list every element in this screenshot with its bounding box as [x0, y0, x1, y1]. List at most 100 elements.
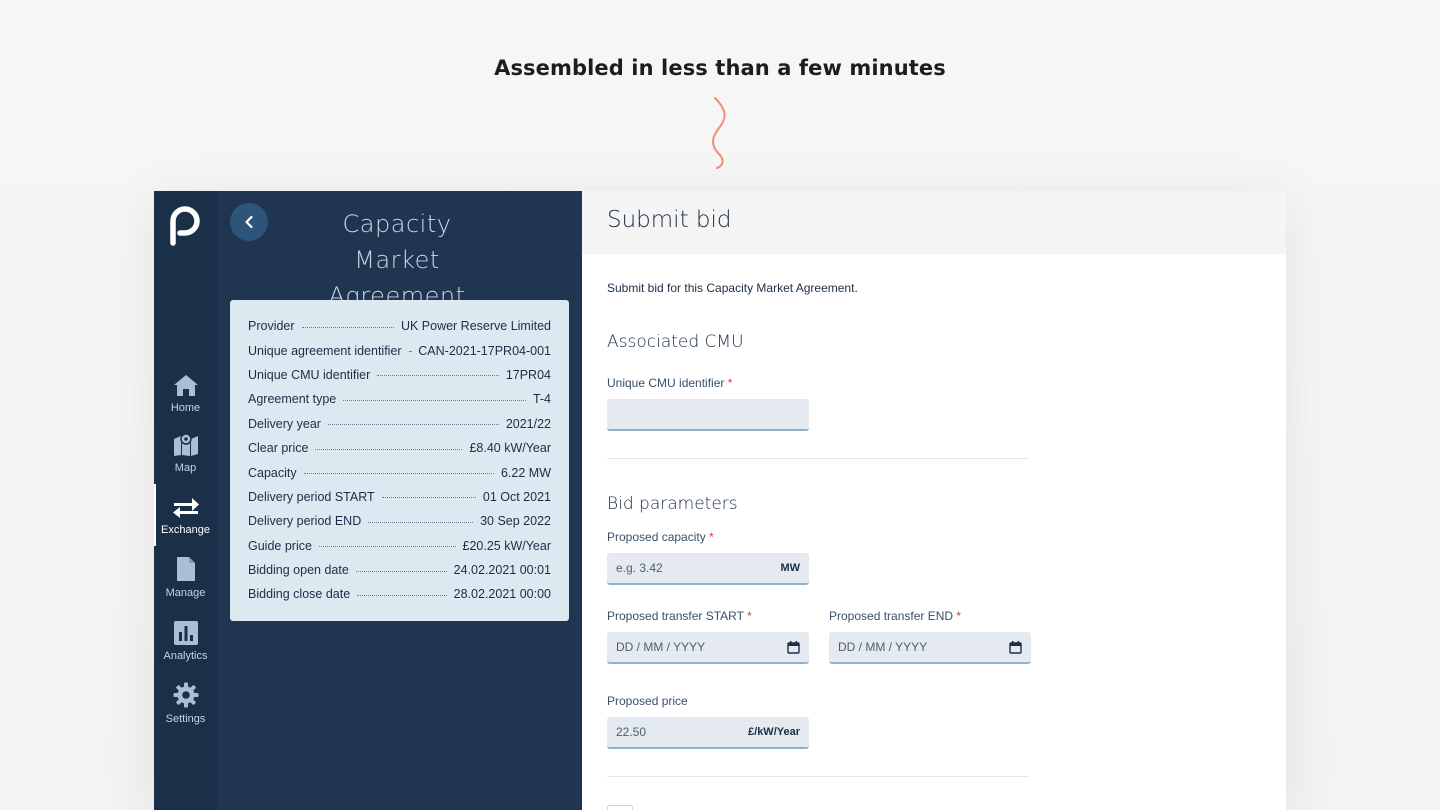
section-title-cmu: Associated CMU: [607, 332, 744, 352]
detail-value: CAN-2021-17PR04-001: [418, 343, 551, 358]
nav-item-analytics[interactable]: Analytics: [154, 617, 217, 677]
required-mark: *: [747, 609, 752, 623]
price-input[interactable]: 22.50 £/kW/Year: [607, 717, 809, 749]
detail-row-agreement-type: Agreement type T-4: [248, 387, 551, 411]
detail-key: Delivery period END: [248, 514, 362, 529]
transfer-start-label: Proposed transfer START *: [607, 609, 752, 623]
cmu-id-input[interactable]: [607, 399, 809, 431]
detail-key: Delivery period START: [248, 489, 375, 504]
document-icon: [176, 554, 196, 582]
section-divider: [607, 776, 1029, 777]
price-label: Proposed price: [607, 694, 688, 708]
section-title-bid: Bid parameters: [607, 494, 738, 514]
capacity-input[interactable]: e.g. 3.42 MW: [607, 553, 809, 585]
nav-item-manage[interactable]: Manage: [154, 554, 217, 614]
nav-label-analytics: Analytics: [163, 650, 208, 662]
nav-item-home[interactable]: Home: [154, 369, 217, 429]
exchange-icon: [172, 491, 200, 519]
confirm-checkbox[interactable]: [607, 805, 633, 810]
detail-value: UK Power Reserve Limited: [400, 319, 551, 334]
detail-row-delivery-end: Delivery period END 30 Sep 2022: [248, 509, 551, 533]
map-icon: [173, 429, 199, 457]
detail-row-clear-price: Clear price £8.40 kW/Year: [248, 436, 551, 460]
label-text: Proposed transfer END: [829, 609, 954, 623]
detail-value: £20.25 kW/Year: [462, 538, 551, 553]
detail-row-bidding-open: Bidding open date 24.02.2021 00:01: [248, 558, 551, 582]
dot-leader: [315, 448, 463, 450]
form-title: Submit bid: [582, 191, 1286, 254]
dot-leader: [381, 497, 476, 499]
price-unit: £/kW/Year: [748, 726, 800, 738]
detail-row-agreement-id: Unique agreement identifier CAN-2021-17PR…: [248, 338, 551, 362]
detail-row-delivery-start: Delivery period START 01 Oct 2021: [248, 485, 551, 509]
detail-key: Bidding open date: [248, 563, 349, 578]
calendar-icon[interactable]: [1009, 640, 1022, 654]
nav-label-home: Home: [170, 402, 201, 414]
nav-item-map[interactable]: Map: [154, 429, 217, 489]
transfer-start-date-input[interactable]: DD / MM / YYYY: [607, 632, 809, 664]
nav-label-settings: Settings: [165, 713, 206, 725]
detail-key: Guide price: [248, 538, 312, 553]
agreement-panel: Capacity Market Agreement Provider UK Pow…: [217, 191, 582, 810]
detail-value: 01 Oct 2021: [482, 489, 551, 504]
required-mark: *: [727, 376, 733, 390]
form-intro-text: Submit bid for this Capacity Market Agre…: [607, 281, 858, 295]
dot-leader: [355, 570, 447, 572]
dot-leader: [368, 521, 474, 523]
gear-icon: [173, 680, 199, 708]
agreement-details-card: Provider UK Power Reserve Limited Unique …: [230, 300, 569, 621]
calendar-icon[interactable]: [787, 640, 800, 654]
transfer-end-label: Proposed transfer END *: [829, 609, 961, 623]
nav-label-exchange: Exchange: [161, 524, 210, 536]
end-date-placeholder: DD / MM / YYYY: [838, 640, 928, 654]
dot-leader: [301, 326, 394, 328]
start-date-placeholder: DD / MM / YYYY: [616, 640, 706, 654]
nav-item-exchange[interactable]: Exchange: [154, 484, 217, 551]
dot-leader: [327, 424, 499, 426]
capacity-placeholder: e.g. 3.42: [616, 561, 663, 575]
app-window: Home Map Exchange Manage Analytics Setti…: [154, 191, 1286, 810]
detail-value: £8.40 kW/Year: [469, 441, 551, 456]
transfer-end-date-input[interactable]: DD / MM / YYYY: [829, 632, 1031, 664]
detail-row-guide-price: Guide price £20.25 kW/Year: [248, 534, 551, 558]
panel-title: Capacity Market Agreement: [328, 210, 466, 310]
cmu-id-label: Unique CMU identifier *: [607, 376, 732, 390]
price-value: 22.50: [616, 725, 647, 739]
submit-bid-form: Submit bid Submit bid for this Capacity …: [582, 191, 1286, 810]
detail-value: 2021/22: [505, 416, 551, 431]
squiggle-decoration: [712, 97, 726, 169]
nav-item-settings[interactable]: Settings: [154, 680, 217, 740]
label-text: Unique CMU identifier: [607, 376, 725, 390]
back-button[interactable]: [230, 203, 268, 241]
dot-leader: [343, 399, 526, 401]
detail-key: Unique agreement identifier: [248, 343, 402, 358]
section-divider: [607, 458, 1029, 459]
detail-key: Bidding close date: [248, 587, 351, 602]
detail-value: 24.02.2021 00:01: [453, 563, 551, 578]
detail-value: 28.02.2021 00:00: [453, 587, 551, 602]
nav-label-manage: Manage: [165, 587, 206, 599]
required-mark: *: [709, 530, 714, 544]
detail-row-delivery-year: Delivery year 2021/22: [248, 412, 551, 436]
label-text: Proposed transfer START: [607, 609, 744, 623]
dot-leader: [318, 546, 456, 548]
detail-value: 6.22 MW: [500, 465, 551, 480]
dot-leader: [357, 594, 447, 596]
brand-logo-icon: [170, 206, 200, 246]
home-icon: [173, 369, 199, 397]
dot-leader: [303, 473, 494, 475]
chevron-left-icon: [245, 215, 253, 229]
detail-value: T-4: [532, 392, 551, 407]
nav-label-map: Map: [174, 462, 197, 474]
capacity-unit: MW: [780, 562, 800, 574]
page-headline: Assembled in less than a few minutes: [494, 56, 946, 80]
detail-row-cmu-id: Unique CMU identifier 17PR04: [248, 363, 551, 387]
analytics-icon: [173, 617, 198, 645]
dot-leader: [408, 351, 412, 353]
detail-row-bidding-close: Bidding close date 28.02.2021 00:00: [248, 582, 551, 606]
detail-key: Clear price: [248, 441, 309, 456]
detail-key: Unique CMU identifier: [248, 367, 371, 382]
dot-leader: [377, 375, 499, 377]
required-mark: *: [956, 609, 962, 623]
detail-value: 30 Sep 2022: [480, 514, 551, 529]
